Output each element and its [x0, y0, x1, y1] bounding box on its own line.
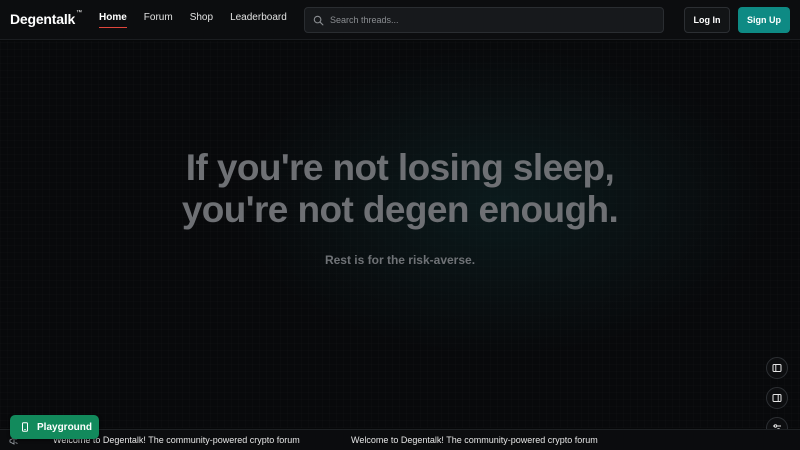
- hero-headline-line-2: you're not degen enough.: [181, 189, 619, 230]
- site-logo[interactable]: Degentalk™: [10, 10, 82, 27]
- search-icon: [313, 15, 324, 26]
- top-header: Degentalk™ Home Forum Shop Leaderboard L…: [0, 0, 800, 40]
- search-input[interactable]: [330, 15, 650, 25]
- ticker-message: Welcome to Degentalk! The community-powe…: [351, 435, 598, 445]
- signup-button[interactable]: Sign Up: [738, 7, 790, 33]
- phone-icon: [20, 422, 37, 432]
- hero-section: If you're not losing sleep, you're not d…: [0, 41, 800, 428]
- sidebar-left-icon: [772, 363, 782, 373]
- logo-trademark: ™: [76, 10, 82, 16]
- playground-label: Playground: [37, 421, 93, 433]
- nav-home[interactable]: Home: [99, 0, 127, 40]
- hero-subline: Rest is for the risk-averse.: [324, 253, 476, 267]
- announcement-ticker: Welcome to Degentalk! The community-powe…: [0, 429, 800, 450]
- search-box[interactable]: [304, 7, 664, 33]
- logo-text: Degentalk: [10, 11, 76, 27]
- hero-headline-line-1: If you're not losing sleep,: [185, 147, 615, 188]
- login-button[interactable]: Log In: [684, 7, 730, 33]
- sidebar-right-icon: [772, 393, 782, 403]
- nav-forum[interactable]: Forum: [144, 0, 173, 40]
- playground-button[interactable]: Playground: [10, 415, 99, 439]
- toggle-right-sidebar-button[interactable]: [766, 387, 788, 409]
- nav-leaderboard[interactable]: Leaderboard: [230, 0, 287, 40]
- hero-headline: If you're not losing sleep, you're not d…: [0, 147, 800, 231]
- toggle-left-sidebar-button[interactable]: [766, 357, 788, 379]
- nav-shop[interactable]: Shop: [190, 0, 213, 40]
- main-nav: Home Forum Shop Leaderboard: [99, 0, 304, 40]
